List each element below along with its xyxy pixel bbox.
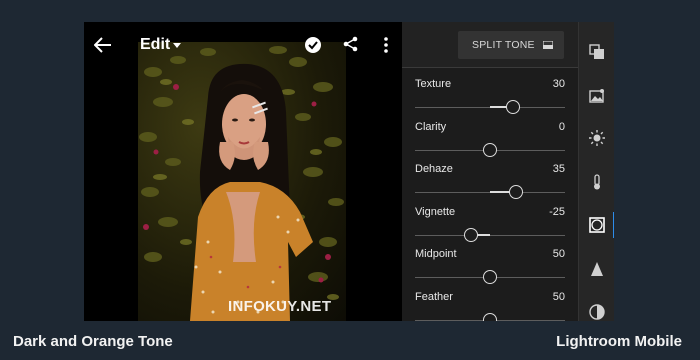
effects-icon[interactable] <box>589 217 605 233</box>
slider-value: 50 <box>552 291 565 303</box>
caption-app-name: Lightroom Mobile <box>556 333 682 350</box>
slider-thumb[interactable] <box>505 100 520 114</box>
split-tone-icon <box>543 41 553 49</box>
presets-icon[interactable] <box>589 44 605 60</box>
slider-thumb[interactable] <box>483 313 497 321</box>
slider-track[interactable] <box>415 234 565 236</box>
split-tone-label: SPLIT TONE <box>472 39 535 51</box>
slider-thumb[interactable] <box>464 227 479 242</box>
slider-label: Midpoint <box>415 248 457 261</box>
light-icon[interactable] <box>589 130 605 146</box>
more-vert-icon[interactable] <box>383 37 389 53</box>
slider-clarity[interactable]: Clarity 0 <box>415 121 565 161</box>
slider-label: Vignette <box>415 205 456 218</box>
slider-value: 50 <box>552 248 565 261</box>
slider-feather[interactable]: Feather 50 <box>415 291 565 321</box>
share-icon[interactable] <box>343 36 358 52</box>
tool-sidebar <box>578 22 614 321</box>
slider-vignette[interactable]: Vignette -25 <box>415 206 565 246</box>
top-bar: Edit <box>84 22 402 68</box>
slider-thumb[interactable] <box>483 270 497 285</box>
slider-texture[interactable]: Texture 30 <box>415 78 565 118</box>
slider-label: Feather <box>415 291 453 303</box>
split-tone-button[interactable]: SPLIT TONE <box>458 31 564 59</box>
slider-value: 30 <box>552 78 565 90</box>
slider-label: Dehaze <box>415 163 453 176</box>
watermark: INFOKUY.NET <box>228 298 332 315</box>
caption-preset-name: Dark and Orange Tone <box>13 333 173 350</box>
back-arrow-icon[interactable] <box>94 37 112 53</box>
lightroom-app: INFOKUY.NET Edit SPLIT TONE Texture 30 C… <box>84 22 614 321</box>
slider-label: Clarity <box>415 120 447 133</box>
slider-midpoint[interactable]: Midpoint 50 <box>415 248 565 288</box>
check-circle-icon[interactable] <box>305 37 321 53</box>
detail-icon[interactable] <box>589 261 605 277</box>
optics-icon[interactable] <box>589 304 605 320</box>
slider-value: -25 <box>549 205 565 218</box>
slider-thumb[interactable] <box>509 185 524 200</box>
color-temperature-icon[interactable] <box>589 174 605 190</box>
panel-header: SPLIT TONE <box>402 22 578 68</box>
slider-value: 0 <box>558 120 565 133</box>
slider-thumb[interactable] <box>483 142 497 157</box>
slider-value: 35 <box>552 163 565 176</box>
effects-panel: SPLIT TONE Texture 30 Clarity 0 Dehaze 35 Vign… <box>402 22 578 321</box>
slider-dehaze[interactable]: Dehaze 35 <box>415 163 565 203</box>
chevron-down-icon[interactable] <box>173 43 181 48</box>
image-adjust-icon[interactable] <box>589 88 605 104</box>
slider-label: Texture <box>415 78 452 90</box>
active-tool-indicator <box>613 212 614 238</box>
edit-mode-label[interactable]: Edit <box>140 36 170 54</box>
portrait-photo <box>139 46 344 321</box>
photo-preview[interactable]: INFOKUY.NET <box>138 42 346 321</box>
